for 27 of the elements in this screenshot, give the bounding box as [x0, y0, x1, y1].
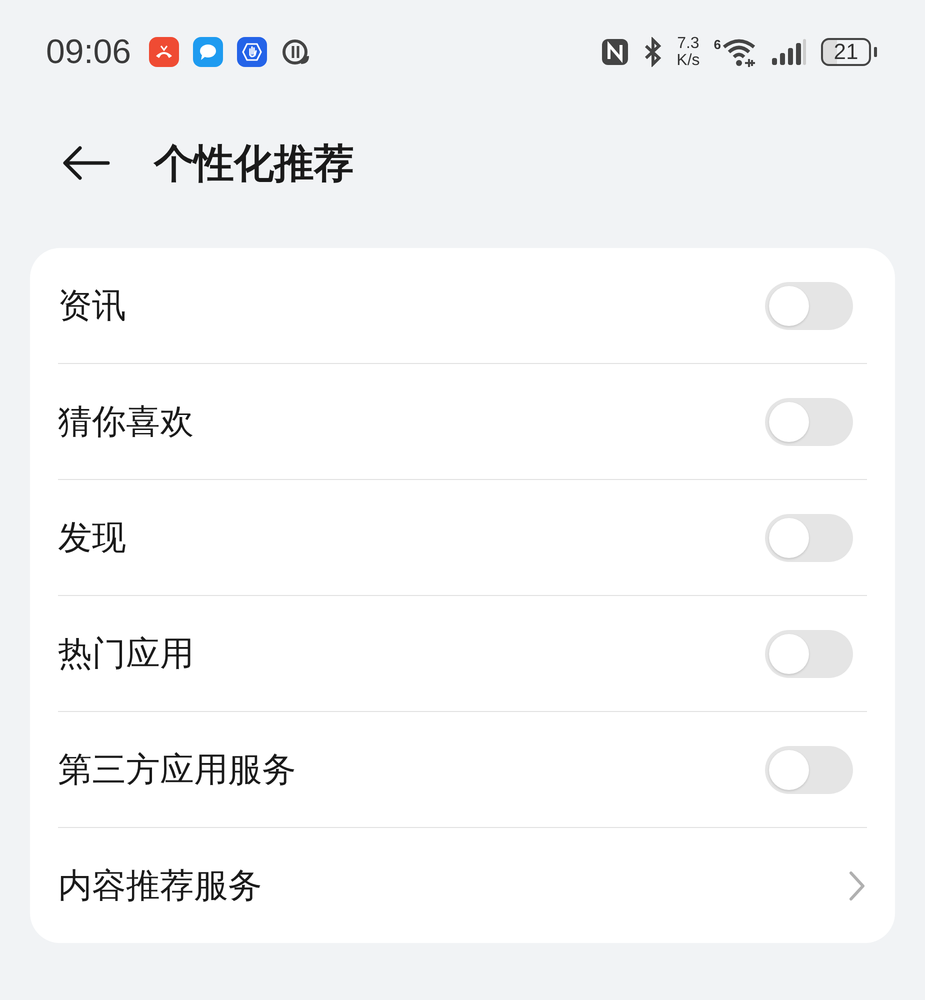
- wifi-generation-label: 6: [714, 37, 721, 52]
- wifi-icon: [721, 37, 757, 67]
- speed-value: 7.3: [677, 35, 700, 52]
- signal-icon: [771, 38, 807, 66]
- toggle-switch[interactable]: [765, 398, 853, 446]
- nfc-icon: [600, 38, 629, 66]
- chat-bubble-icon: [193, 37, 224, 67]
- speed-unit: K/s: [676, 52, 700, 69]
- setting-label: 第三方应用服务: [58, 748, 296, 792]
- setting-label: 猜你喜欢: [58, 400, 194, 444]
- setting-label: 资讯: [58, 284, 126, 328]
- setting-label: 热门应用: [58, 632, 194, 676]
- phone-hangup-icon: [149, 37, 180, 67]
- toggle-switch[interactable]: [765, 514, 853, 562]
- hand-shield-icon: [237, 37, 268, 67]
- battery-percent: 21: [834, 39, 858, 65]
- data-saver-icon: [281, 37, 312, 67]
- toggle-switch[interactable]: [765, 282, 853, 330]
- setting-label: 内容推荐服务: [58, 864, 262, 908]
- toggle-switch[interactable]: [765, 630, 853, 678]
- setting-label: 发现: [58, 516, 126, 560]
- toggle-switch[interactable]: [765, 746, 853, 794]
- back-button[interactable]: [60, 143, 112, 183]
- clock: 09:06: [46, 32, 132, 72]
- chevron-right-icon[interactable]: [847, 868, 867, 902]
- bluetooth-icon: [642, 37, 663, 67]
- page-title: 个性化推荐: [154, 140, 354, 188]
